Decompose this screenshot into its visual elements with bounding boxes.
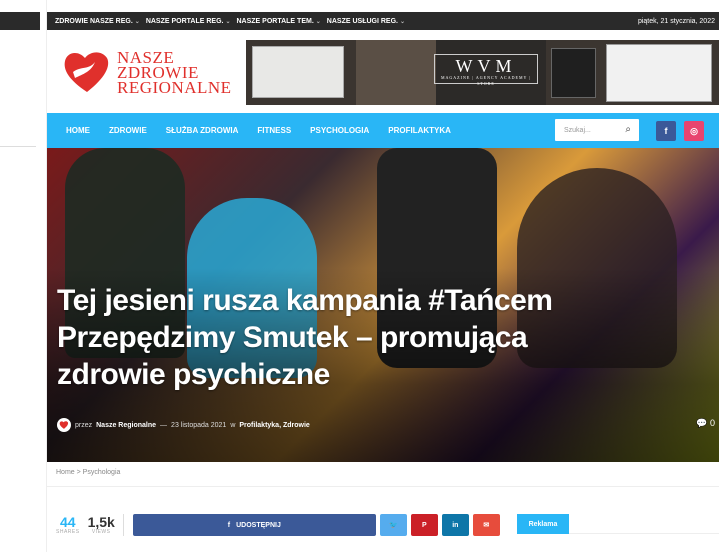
chevron-down-icon: ⌄ [315, 18, 321, 25]
logo-line-3: REGIONALNE [117, 78, 232, 97]
facebook-icon: f [227, 521, 231, 529]
divider [569, 533, 719, 534]
search-input[interactable]: Szukaj... ⌕ [555, 119, 639, 141]
email-share-button[interactable]: ✉ [472, 514, 500, 536]
banner-screenshot [252, 46, 344, 98]
linkedin-share-button[interactable]: in [441, 514, 469, 536]
current-date: piątek, 21 stycznia, 2022 [637, 17, 715, 25]
banner-photo [356, 40, 436, 105]
pinterest-icon: P [421, 521, 427, 529]
breadcrumb[interactable]: Home > Psychologia [56, 469, 120, 476]
nav-item-fitness[interactable]: FITNESS [257, 126, 291, 135]
linkedin-icon: in [452, 521, 459, 529]
banner-website-preview [606, 44, 712, 102]
nav-item-home[interactable]: HOME [66, 126, 90, 135]
views-stat: 1,5k VIEWS [87, 514, 115, 535]
site-header: NASZE ZDROWIE REGIONALNE WVM MAGAZINE | A… [47, 30, 719, 112]
hero-image: Tej jesieni rusza kampania #Tańcem Przep… [47, 148, 719, 462]
twitter-share-button[interactable]: 🐦 [379, 514, 407, 536]
adjacent-topbar [0, 12, 40, 30]
top-nav-item[interactable]: NASZE PORTALE REG. ⌄ [146, 18, 231, 25]
article-date: 23 listopada 2021 [171, 421, 227, 429]
email-icon: ✉ [483, 522, 490, 529]
article-title: Tej jesieni rusza kampania #Tańcem Przep… [57, 284, 553, 391]
banner-brand: WVM MAGAZINE | AGENCY ACADEMY | STORE [434, 54, 538, 86]
ad-banner[interactable]: WVM MAGAZINE | AGENCY ACADEMY | STORE [246, 40, 719, 105]
facebook-share-button[interactable]: f UDOSTĘPNIJ [132, 514, 376, 536]
comment-icon: 💬 [696, 418, 708, 428]
site-logo[interactable]: NASZE ZDROWIE REGIONALNE [61, 46, 231, 102]
adjacent-divider [0, 146, 36, 147]
instagram-icon[interactable]: ◎ [684, 121, 704, 141]
sidebar-reklama-heading: Reklama [517, 514, 569, 534]
heart-logo-icon [59, 421, 69, 429]
adjacent-window-fragment [0, 0, 47, 552]
article-meta: przez Nasze Regionalne — 23 listopada 20… [57, 418, 310, 432]
article-categories[interactable]: Profilaktyka, Zdrowie [239, 422, 309, 429]
author-link[interactable]: Nasze Regionalne [96, 422, 156, 429]
nav-item-sluzba-zdrowia[interactable]: SŁUŻBA ZDROWIA [166, 126, 239, 135]
heart-logo-icon [64, 52, 109, 92]
chevron-down-icon: ⌄ [134, 18, 140, 25]
shares-stat: 44 SHARES [56, 514, 80, 535]
nav-item-profilaktyka[interactable]: PROFILAKTYKA [388, 126, 451, 135]
search-placeholder: Szukaj... [564, 126, 591, 134]
top-bar: ZDROWIE NASZE REG. ⌄ NASZE PORTALE REG. ⌄ … [47, 12, 719, 30]
chevron-down-icon: ⌄ [225, 18, 231, 25]
divider [47, 486, 719, 487]
pinterest-share-button[interactable]: P [410, 514, 438, 536]
top-nav-item[interactable]: ZDROWIE NASZE REG. ⌄ [55, 18, 140, 25]
facebook-icon[interactable]: f [656, 121, 676, 141]
share-bar: 44 SHARES 1,5k VIEWS f UDOSTĘPNIJ 🐦 P in… [56, 514, 504, 536]
search-icon[interactable]: ⌕ [625, 124, 631, 135]
comments-count[interactable]: 💬 0 [696, 418, 715, 429]
top-nav-item[interactable]: NASZE USŁUGI REG. ⌄ [327, 18, 405, 25]
banner-magazine [551, 48, 596, 98]
author-avatar[interactable] [57, 418, 71, 432]
divider [122, 514, 124, 536]
nav-item-psychologia[interactable]: PSYCHOLOGIA [310, 126, 369, 135]
chevron-down-icon: ⌄ [399, 18, 406, 25]
twitter-icon: 🐦 [388, 522, 398, 529]
page: ZDROWIE NASZE REG. ⌄ NASZE PORTALE REG. ⌄ … [0, 0, 719, 552]
top-nav-item[interactable]: NASZE PORTALE TEM. ⌄ [237, 18, 321, 25]
nav-item-zdrowie[interactable]: ZDROWIE [109, 126, 147, 135]
top-nav: ZDROWIE NASZE REG. ⌄ NASZE PORTALE REG. ⌄ … [55, 18, 405, 25]
main-nav: HOME ZDROWIE SŁUŻBA ZDROWIA FITNESS PSYC… [47, 113, 719, 148]
